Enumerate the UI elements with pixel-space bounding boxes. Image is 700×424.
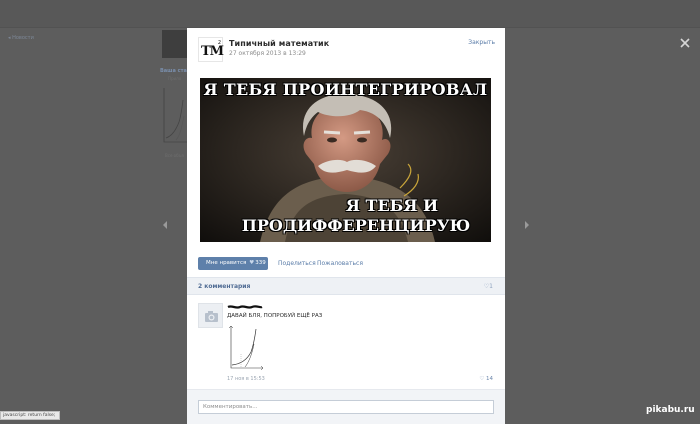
comment-like-counter[interactable]: ♡ 14 (479, 376, 493, 382)
background-news-link: ◂ Новости (8, 35, 34, 41)
comment-like-count: 14 (486, 376, 493, 382)
avatar-logo-superscript: 2 (217, 40, 221, 46)
post-modal: TM 2 Типичный математик 27 октября 2013 … (187, 28, 505, 424)
like-label: Мне нравится (206, 260, 247, 266)
comments-like-count: 1 (489, 283, 493, 290)
close-link[interactable]: Закрыть (468, 39, 495, 46)
comments-like-counter[interactable]: ♡1 (484, 283, 493, 290)
meme-bottom-caption-line2: ПРОДИФФЕРЕНЦИРУЮ (241, 216, 471, 235)
commenter-name-redacted (227, 305, 263, 309)
like-button[interactable]: Мне нравится ♥339 (198, 257, 268, 270)
background-side-footer: Все объя (165, 153, 184, 158)
comment-input[interactable] (198, 400, 494, 414)
page-name-link[interactable]: Типичный математик (229, 39, 329, 48)
camera-icon (205, 311, 218, 322)
avatar-logo-text: TM (201, 44, 224, 59)
commenter-avatar[interactable] (198, 303, 223, 328)
comments-count[interactable]: 2 комментария (198, 283, 250, 290)
page-avatar[interactable]: TM 2 (198, 37, 224, 62)
meme-bottom-caption: Я ТЕБЯ И ПРОДИФФЕРЕНЦИРУЮ (242, 196, 490, 236)
report-link[interactable]: Пожаловаться (317, 260, 363, 267)
next-arrow-icon[interactable] (522, 220, 532, 230)
heart-icon: ♥ (249, 260, 255, 266)
previous-arrow-icon[interactable] (160, 220, 170, 230)
post-date[interactable]: 27 октября 2013 в 13:29 (229, 50, 306, 57)
share-link[interactable]: Поделиться (278, 260, 316, 267)
comments-header: 2 комментария ♡1 (187, 277, 505, 295)
background-graph-thumbnail (163, 88, 189, 143)
background-photo (162, 30, 188, 58)
background-top-bar (0, 0, 700, 28)
background-side-title: Ваша ста (160, 68, 187, 74)
meme-bottom-caption-line1: Я ТЕБЯ И (345, 196, 439, 215)
heart-icon: ♡ (479, 376, 485, 382)
like-count: 339 (255, 260, 266, 266)
comment-graph-image[interactable] (227, 324, 265, 372)
comment-composer (187, 390, 505, 424)
meme-top-caption: Я ТЕБЯ ПРОИНТЕГРИРОВАЛ (203, 80, 488, 99)
close-viewer-icon[interactable] (680, 38, 690, 48)
comment-text: ДАВАЙ БЛЯ, ПОПРОБУЙ ЕЩЁ РАЗ (227, 313, 323, 319)
background-side-subtitle: Прило (168, 76, 182, 81)
browser-status-bar: javascript: return false; (0, 411, 60, 420)
watermark: pikabu.ru (646, 405, 695, 415)
meme-image[interactable]: Я ТЕБЯ ПРОИНТЕГРИРОВАЛ Я ТЕБЯ И ПРОДИФФЕ… (200, 78, 491, 242)
comment-date[interactable]: 17 ноя в 15:53 (227, 376, 265, 382)
